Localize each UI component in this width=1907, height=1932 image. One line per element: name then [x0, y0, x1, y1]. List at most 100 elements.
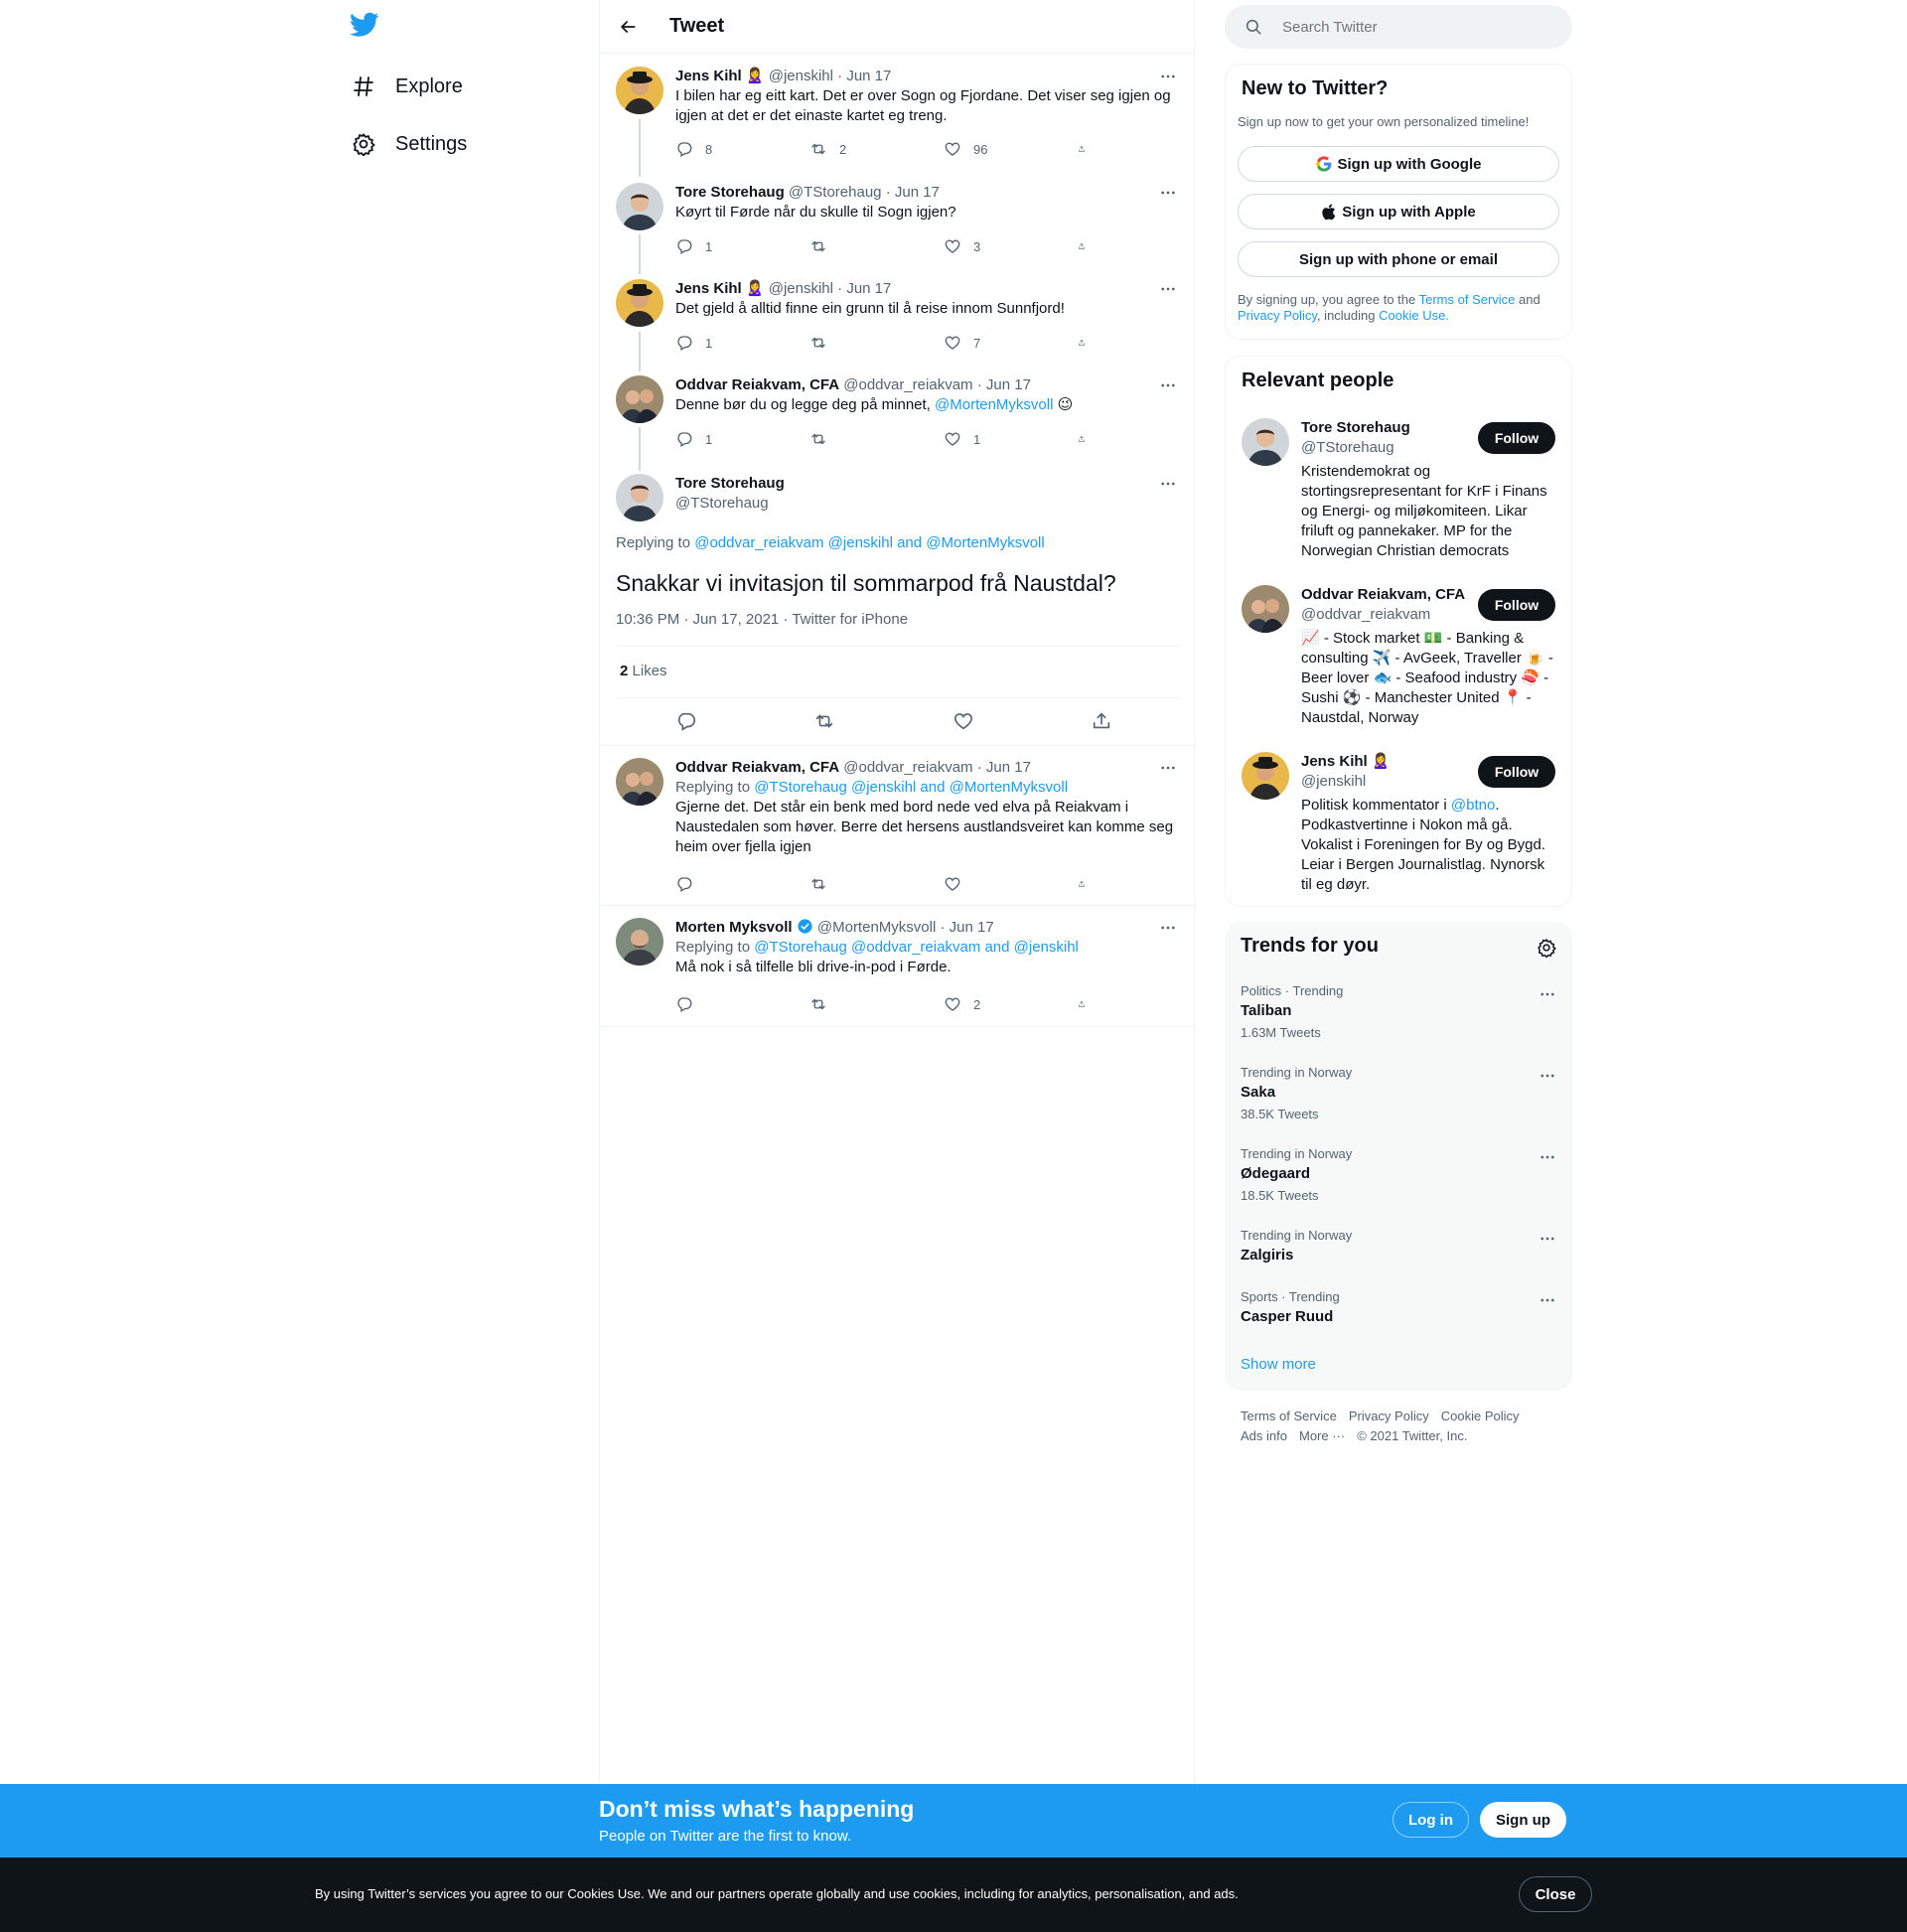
retweet-button[interactable]: [809, 994, 899, 1014]
reply-button[interactable]: 8: [675, 139, 765, 159]
bio-mention-link[interactable]: @btno: [1451, 797, 1495, 814]
trend-item[interactable]: Trending in Norway Saka 38.5K Tweets: [1241, 1065, 1556, 1122]
avatar[interactable]: [616, 918, 663, 966]
author-handle[interactable]: @oddvar_reiakvam: [843, 759, 972, 776]
nav-explore[interactable]: Explore: [350, 73, 463, 100]
thread-tweet[interactable]: Oddvar Reiakvam, CFA @oddvar_reiakvam · …: [616, 375, 1180, 451]
tweet-date[interactable]: · Jun 17: [837, 68, 891, 84]
thread-tweet[interactable]: Jens Kihl 🙎‍♀️ @jenskihl · Jun 17 Det gj…: [616, 279, 1180, 355]
retweet-button[interactable]: [809, 236, 899, 256]
show-more-link[interactable]: Show more: [1241, 1356, 1316, 1373]
author-name[interactable]: Oddvar Reiakvam, CFA: [675, 759, 839, 776]
avatar[interactable]: [616, 474, 663, 521]
like-button[interactable]: 1: [944, 429, 1033, 449]
more-options-icon[interactable]: [1156, 375, 1180, 395]
like-button[interactable]: [944, 874, 1033, 894]
reply-button[interactable]: [675, 994, 765, 1014]
follow-button[interactable]: Follow: [1478, 589, 1555, 621]
more-options-icon[interactable]: [1539, 1291, 1556, 1314]
trend-item[interactable]: Politics · Trending Taliban 1.63M Tweets: [1241, 983, 1556, 1041]
author-name[interactable]: Jens Kihl: [675, 68, 742, 84]
author-name[interactable]: Morten Myksvoll: [675, 919, 793, 936]
reply-button[interactable]: 1: [675, 333, 765, 353]
avatar[interactable]: [1242, 752, 1289, 800]
thread-tweet[interactable]: Tore Storehaug @TStorehaug · Jun 17 Køyr…: [616, 183, 1180, 258]
trends-settings-gear-icon[interactable]: [1537, 938, 1556, 963]
back-arrow-icon[interactable]: [600, 0, 656, 54]
terms-link[interactable]: Terms of Service: [1419, 292, 1516, 307]
footer-more-link[interactable]: More ···: [1299, 1428, 1345, 1443]
signup-apple-button[interactable]: Sign up with Apple: [1238, 194, 1559, 229]
footer-cookie-link[interactable]: Cookie Policy: [1441, 1409, 1520, 1423]
reply-button[interactable]: 1: [675, 236, 765, 256]
more-options-icon[interactable]: [1156, 758, 1180, 778]
share-button[interactable]: [1078, 333, 1098, 353]
cookie-close-button[interactable]: Close: [1519, 1876, 1592, 1912]
like-button[interactable]: 96: [944, 139, 1033, 159]
avatar[interactable]: [1242, 585, 1289, 633]
nav-settings[interactable]: Settings: [350, 130, 467, 158]
reply-button[interactable]: 1: [675, 429, 765, 449]
more-options-icon[interactable]: [1539, 1148, 1556, 1171]
more-options-icon[interactable]: [1156, 474, 1180, 494]
footer-ads-link[interactable]: Ads info: [1241, 1428, 1287, 1443]
share-button[interactable]: [1078, 429, 1098, 449]
retweet-button[interactable]: [809, 874, 899, 894]
signup-google-button[interactable]: Sign up with Google: [1238, 146, 1559, 182]
login-button[interactable]: Log in: [1393, 1802, 1469, 1838]
author-handle[interactable]: @TStorehaug: [675, 494, 785, 514]
signup-phone-button[interactable]: Sign up with phone or email: [1238, 241, 1559, 277]
more-options-icon[interactable]: [1539, 1230, 1556, 1253]
more-options-icon[interactable]: [1156, 67, 1180, 86]
likes-stat[interactable]: 2 Likes: [620, 662, 667, 681]
author-handle[interactable]: @jenskihl: [769, 68, 833, 84]
avatar[interactable]: [616, 375, 663, 423]
replying-to-handles[interactable]: @TStorehaug @oddvar_reiakvam and @jenski…: [754, 939, 1079, 956]
tweet-date[interactable]: · Jun 17: [837, 280, 891, 297]
footer-terms-link[interactable]: Terms of Service: [1241, 1409, 1337, 1423]
reply-button[interactable]: [675, 874, 765, 894]
more-options-icon[interactable]: [1539, 985, 1556, 1008]
avatar[interactable]: [616, 67, 663, 114]
replying-to-handles[interactable]: @TStorehaug @jenskihl and @MortenMyksvol…: [754, 779, 1068, 796]
reply-button[interactable]: [675, 710, 697, 737]
twitter-logo-icon[interactable]: [350, 12, 381, 44]
trend-item[interactable]: Sports · Trending Casper Ruud: [1241, 1289, 1556, 1327]
more-options-icon[interactable]: [1156, 183, 1180, 203]
share-button[interactable]: [1091, 710, 1112, 737]
trend-item[interactable]: Trending in Norway Zalgiris: [1241, 1228, 1556, 1265]
avatar[interactable]: [1242, 418, 1289, 466]
more-options-icon[interactable]: [1539, 1067, 1556, 1090]
avatar[interactable]: [616, 758, 663, 806]
person-name[interactable]: Jens Kihl: [1301, 753, 1368, 770]
trend-item[interactable]: Trending in Norway Ødegaard 18.5K Tweets: [1241, 1146, 1556, 1204]
cookie-link[interactable]: Cookie Use.: [1379, 308, 1449, 323]
author-name[interactable]: Tore Storehaug: [675, 474, 785, 494]
follow-button[interactable]: Follow: [1478, 756, 1555, 788]
footer-privacy-link[interactable]: Privacy Policy: [1349, 1409, 1429, 1423]
replying-to-handles[interactable]: @oddvar_reiakvam @jenskihl and @MortenMy…: [694, 534, 1044, 551]
mention-link[interactable]: @MortenMyksvoll: [935, 396, 1053, 413]
more-options-icon[interactable]: [1156, 279, 1180, 299]
more-options-icon[interactable]: [1156, 918, 1180, 938]
search-input[interactable]: [1282, 18, 1540, 36]
retweet-button[interactable]: [809, 333, 899, 353]
author-handle[interactable]: @jenskihl: [769, 280, 833, 297]
share-button[interactable]: [1078, 874, 1098, 894]
like-button[interactable]: 7: [944, 333, 1033, 353]
author-handle[interactable]: @oddvar_reiakvam: [843, 376, 972, 393]
tweet-date[interactable]: · Jun 17: [886, 184, 940, 201]
reply-tweet[interactable]: Morten Myksvoll @MortenMyksvoll · Jun 17…: [616, 918, 1180, 1013]
author-handle[interactable]: @TStorehaug: [789, 184, 882, 201]
author-name[interactable]: Jens Kihl: [675, 280, 742, 297]
share-button[interactable]: [1078, 139, 1098, 159]
like-button[interactable]: 3: [944, 236, 1033, 256]
share-button[interactable]: [1078, 236, 1098, 256]
author-name[interactable]: Tore Storehaug: [675, 184, 785, 201]
like-button[interactable]: 2: [944, 994, 1033, 1014]
share-button[interactable]: [1078, 994, 1098, 1014]
retweet-button[interactable]: [809, 429, 899, 449]
author-handle[interactable]: @MortenMyksvoll: [817, 919, 936, 936]
retweet-button[interactable]: [813, 710, 835, 737]
tweet-date[interactable]: · Jun 17: [977, 376, 1031, 393]
